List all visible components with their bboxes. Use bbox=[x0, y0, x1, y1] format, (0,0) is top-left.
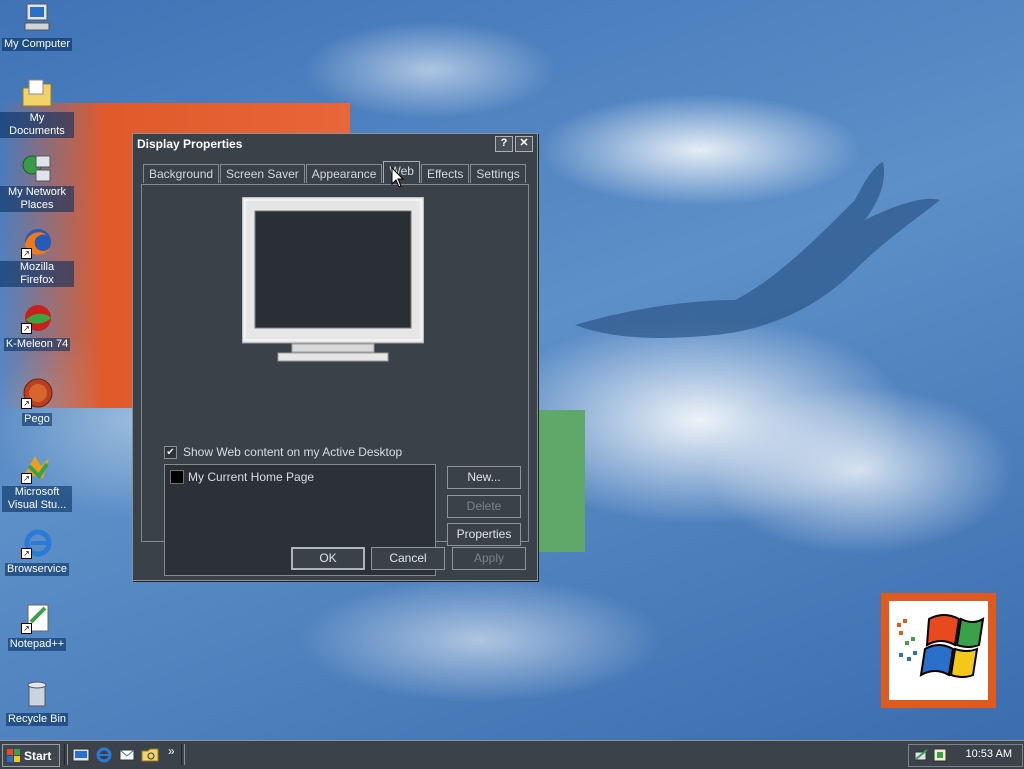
shortcut-arrow-icon: ↗ bbox=[21, 398, 32, 409]
quicklaunch-chevron[interactable]: » bbox=[168, 744, 175, 758]
desktop-icon-my-network-places[interactable]: My Network Places bbox=[0, 152, 74, 212]
ie-quicklaunch-icon[interactable] bbox=[95, 746, 113, 764]
network-icon bbox=[21, 152, 53, 184]
desktop-icon-label: My Network Places bbox=[0, 186, 74, 212]
desktop-icon-label: Browservice bbox=[5, 563, 69, 576]
desktop-icon-notepad-plus-plus[interactable]: ↗ Notepad++ bbox=[0, 602, 74, 651]
start-button[interactable]: Start bbox=[2, 744, 60, 767]
desktop-icon-label: Pego bbox=[22, 413, 52, 426]
list-item-checkbox[interactable] bbox=[170, 470, 184, 484]
computer-icon bbox=[21, 2, 53, 34]
display-properties-dialog: Display Properties ? ✕ Background Screen… bbox=[132, 133, 538, 581]
list-item[interactable]: My Current Home Page bbox=[170, 470, 314, 484]
visual-studio-icon: ↗ bbox=[21, 452, 53, 484]
folder-icon bbox=[21, 78, 53, 110]
explorer-quicklaunch-icon[interactable] bbox=[141, 746, 159, 764]
windows-logo-tile bbox=[881, 593, 996, 708]
desktop-icon-mozilla-firefox[interactable]: ↗ Mozilla Firefox bbox=[0, 227, 74, 287]
pego-icon: ↗ bbox=[21, 377, 53, 409]
shortcut-arrow-icon: ↗ bbox=[21, 548, 32, 559]
desktop-icon-label: Microsoft Visual Stu... bbox=[2, 486, 72, 512]
dialog-title: Display Properties bbox=[137, 137, 243, 151]
cancel-button[interactable]: Cancel bbox=[371, 547, 445, 570]
tab-effects[interactable]: Effects bbox=[420, 164, 470, 183]
wallpaper-green-block bbox=[535, 410, 585, 552]
firefox-icon: ↗ bbox=[21, 227, 53, 259]
desktop-icon-recycle-bin[interactable]: Recycle Bin bbox=[0, 677, 74, 726]
desktop-icon-label: My Computer bbox=[1, 38, 73, 51]
tab-appearance[interactable]: Appearance bbox=[305, 164, 383, 183]
taskbar-clock[interactable]: 10:53 AM bbox=[966, 748, 1012, 760]
dialog-titlebar[interactable]: Display Properties ? ✕ bbox=[133, 134, 537, 154]
tray-network-icon[interactable] bbox=[913, 747, 929, 763]
tab-strip: Background Screen Saver Appearance Web E… bbox=[143, 161, 527, 184]
new-button[interactable]: New... bbox=[447, 466, 521, 489]
desktop-icon-my-documents[interactable]: My Documents bbox=[0, 78, 74, 138]
desktop-icon-my-computer[interactable]: My Computer bbox=[0, 2, 74, 51]
mouse-cursor-icon bbox=[391, 167, 405, 188]
ie-icon: ↗ bbox=[21, 527, 53, 559]
taskbar-separator bbox=[64, 744, 68, 765]
outlook-quicklaunch-icon[interactable] bbox=[118, 746, 136, 764]
tab-screen-saver[interactable]: Screen Saver bbox=[220, 164, 305, 183]
tab-background[interactable]: Background bbox=[143, 164, 220, 183]
notepad-icon: ↗ bbox=[21, 602, 53, 634]
kmeleon-icon: ↗ bbox=[21, 302, 53, 334]
delete-button[interactable]: Delete bbox=[447, 495, 521, 518]
desktop-icon-label: K-Meleon 74 bbox=[3, 338, 71, 351]
shortcut-arrow-icon: ↗ bbox=[21, 323, 32, 334]
show-web-content-label: Show Web content on my Active Desktop bbox=[183, 445, 403, 459]
show-web-content-checkbox[interactable]: ✔ bbox=[164, 446, 177, 459]
monitor-preview bbox=[242, 197, 424, 362]
show-desktop-icon[interactable] bbox=[72, 746, 90, 764]
system-tray: 10:53 AM bbox=[908, 744, 1023, 767]
shortcut-arrow-icon: ↗ bbox=[21, 473, 32, 484]
desktop-icon-label: Mozilla Firefox bbox=[0, 261, 74, 287]
windows-flag-icon bbox=[897, 614, 985, 678]
desktop-icon-label: My Documents bbox=[0, 112, 74, 138]
desktop-icon-browservice[interactable]: ↗ Browservice bbox=[0, 527, 74, 576]
windows-flag-small-icon bbox=[7, 748, 20, 762]
desktop-icon-pego[interactable]: ↗ Pego bbox=[0, 377, 74, 426]
recycle-bin-icon bbox=[21, 677, 53, 709]
taskbar-separator bbox=[181, 744, 185, 765]
apply-button[interactable]: Apply bbox=[452, 547, 526, 570]
list-item-label: My Current Home Page bbox=[188, 470, 315, 484]
shortcut-arrow-icon: ↗ bbox=[21, 623, 32, 634]
ok-button[interactable]: OK bbox=[291, 547, 365, 570]
desktop-icon-label: Recycle Bin bbox=[5, 713, 69, 726]
tray-app-icon[interactable] bbox=[932, 747, 948, 763]
desktop-icon-visual-studio[interactable]: ↗ Microsoft Visual Stu... bbox=[0, 452, 74, 512]
desktop-icon-label: Notepad++ bbox=[7, 638, 67, 651]
web-tab-panel: ✔ Show Web content on my Active Desktop … bbox=[141, 184, 529, 576]
properties-button[interactable]: Properties bbox=[447, 523, 521, 546]
tab-settings[interactable]: Settings bbox=[470, 164, 526, 183]
taskbar: Start » 10:53 AM bbox=[0, 740, 1024, 769]
help-button[interactable]: ? bbox=[495, 136, 513, 152]
desktop-icon-k-meleon[interactable]: ↗ K-Meleon 74 bbox=[0, 302, 74, 351]
close-button[interactable]: ✕ bbox=[515, 136, 533, 152]
shortcut-arrow-icon: ↗ bbox=[21, 248, 32, 259]
wallpaper-diver-silhouette bbox=[575, 162, 940, 338]
start-label: Start bbox=[24, 748, 52, 763]
